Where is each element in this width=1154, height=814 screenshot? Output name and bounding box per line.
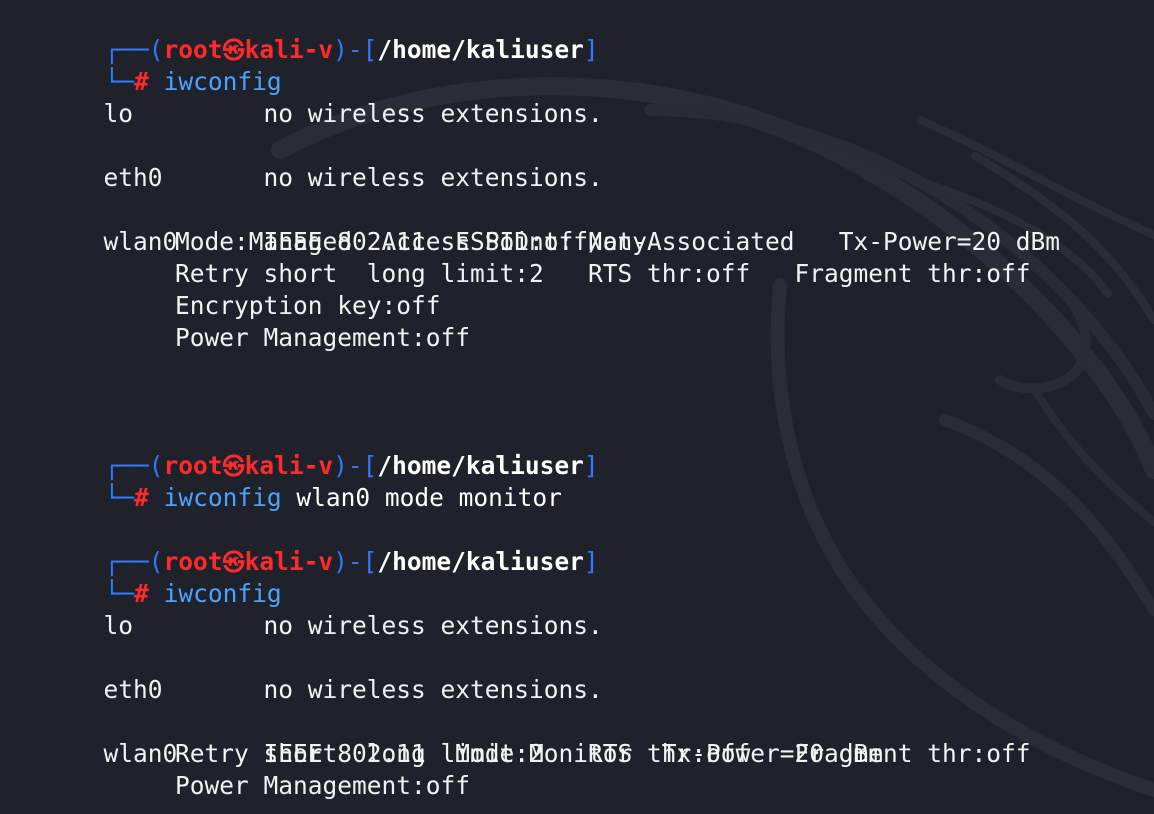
command-line-3[interactable]: └─# iwconfig xyxy=(0,546,1154,608)
output-line-eth-2: eth0 no wireless extensions. xyxy=(0,642,1154,704)
wireless-detail-line: Encryption key:off xyxy=(175,291,441,320)
interface-name: eth0 xyxy=(103,163,163,192)
command-name: iwconfig xyxy=(163,483,282,512)
wireless-detail-line: Retry short long limit:2 RTS thr:off Fra… xyxy=(175,259,1031,288)
interface-status: no wireless extensions. xyxy=(263,163,603,192)
output-line-eth-1: eth0 no wireless extensions. xyxy=(0,130,1154,192)
root-prompt-symbol: # xyxy=(134,483,149,512)
output-line-lo-1: lo no wireless extensions. xyxy=(0,66,1154,128)
prompt-line-1: ┌──(root㉿kali-v)-[/home/kaliuser] xyxy=(104,35,599,64)
command-line-1[interactable]: └─# iwconfig xyxy=(0,34,1154,96)
output-line-lo-2: lo no wireless extensions. xyxy=(0,578,1154,640)
prompt-line-2: ┌──(root㉿kali-v)-[/home/kaliuser] xyxy=(104,451,599,480)
wireless-detail-line: Power Management:off xyxy=(175,771,471,800)
interface-status: no wireless extensions. xyxy=(263,99,603,128)
output-line-wlan-1: wlan0 IEEE 802.11 ESSID:off/any xyxy=(0,194,1154,256)
wireless-detail-line: Retry short long limit:2 RTS thr:off Fra… xyxy=(175,739,1031,768)
wireless-detail-line: Power Management:off xyxy=(175,323,471,352)
command-arguments: wlan0 mode monitor xyxy=(296,483,562,512)
interface-name: eth0 xyxy=(103,675,163,704)
command-line-2[interactable]: └─# iwconfig wlan0 mode monitor xyxy=(0,450,1154,512)
prompt-line-3: ┌──(root㉿kali-v)-[/home/kaliuser] xyxy=(104,547,599,576)
interface-name: lo xyxy=(103,611,134,640)
output-line-wlan-2: wlan0 IEEE 802.11 Mode:Monitor Tx-Power=2… xyxy=(0,706,1154,768)
interface-status: no wireless extensions. xyxy=(263,611,603,640)
terminal-window[interactable]: ┌──(root㉿kali-v)-[/home/kaliuser] └─# iw… xyxy=(0,0,1154,814)
terminal-content: ┌──(root㉿kali-v)-[/home/kaliuser] └─# iw… xyxy=(0,0,1154,802)
interface-name: lo xyxy=(103,99,134,128)
wireless-detail-line: Mode:Managed Access Point: Not-Associate… xyxy=(175,227,1061,256)
interface-status: no wireless extensions. xyxy=(263,675,603,704)
prompt-box-bottom: └─ xyxy=(104,483,135,512)
